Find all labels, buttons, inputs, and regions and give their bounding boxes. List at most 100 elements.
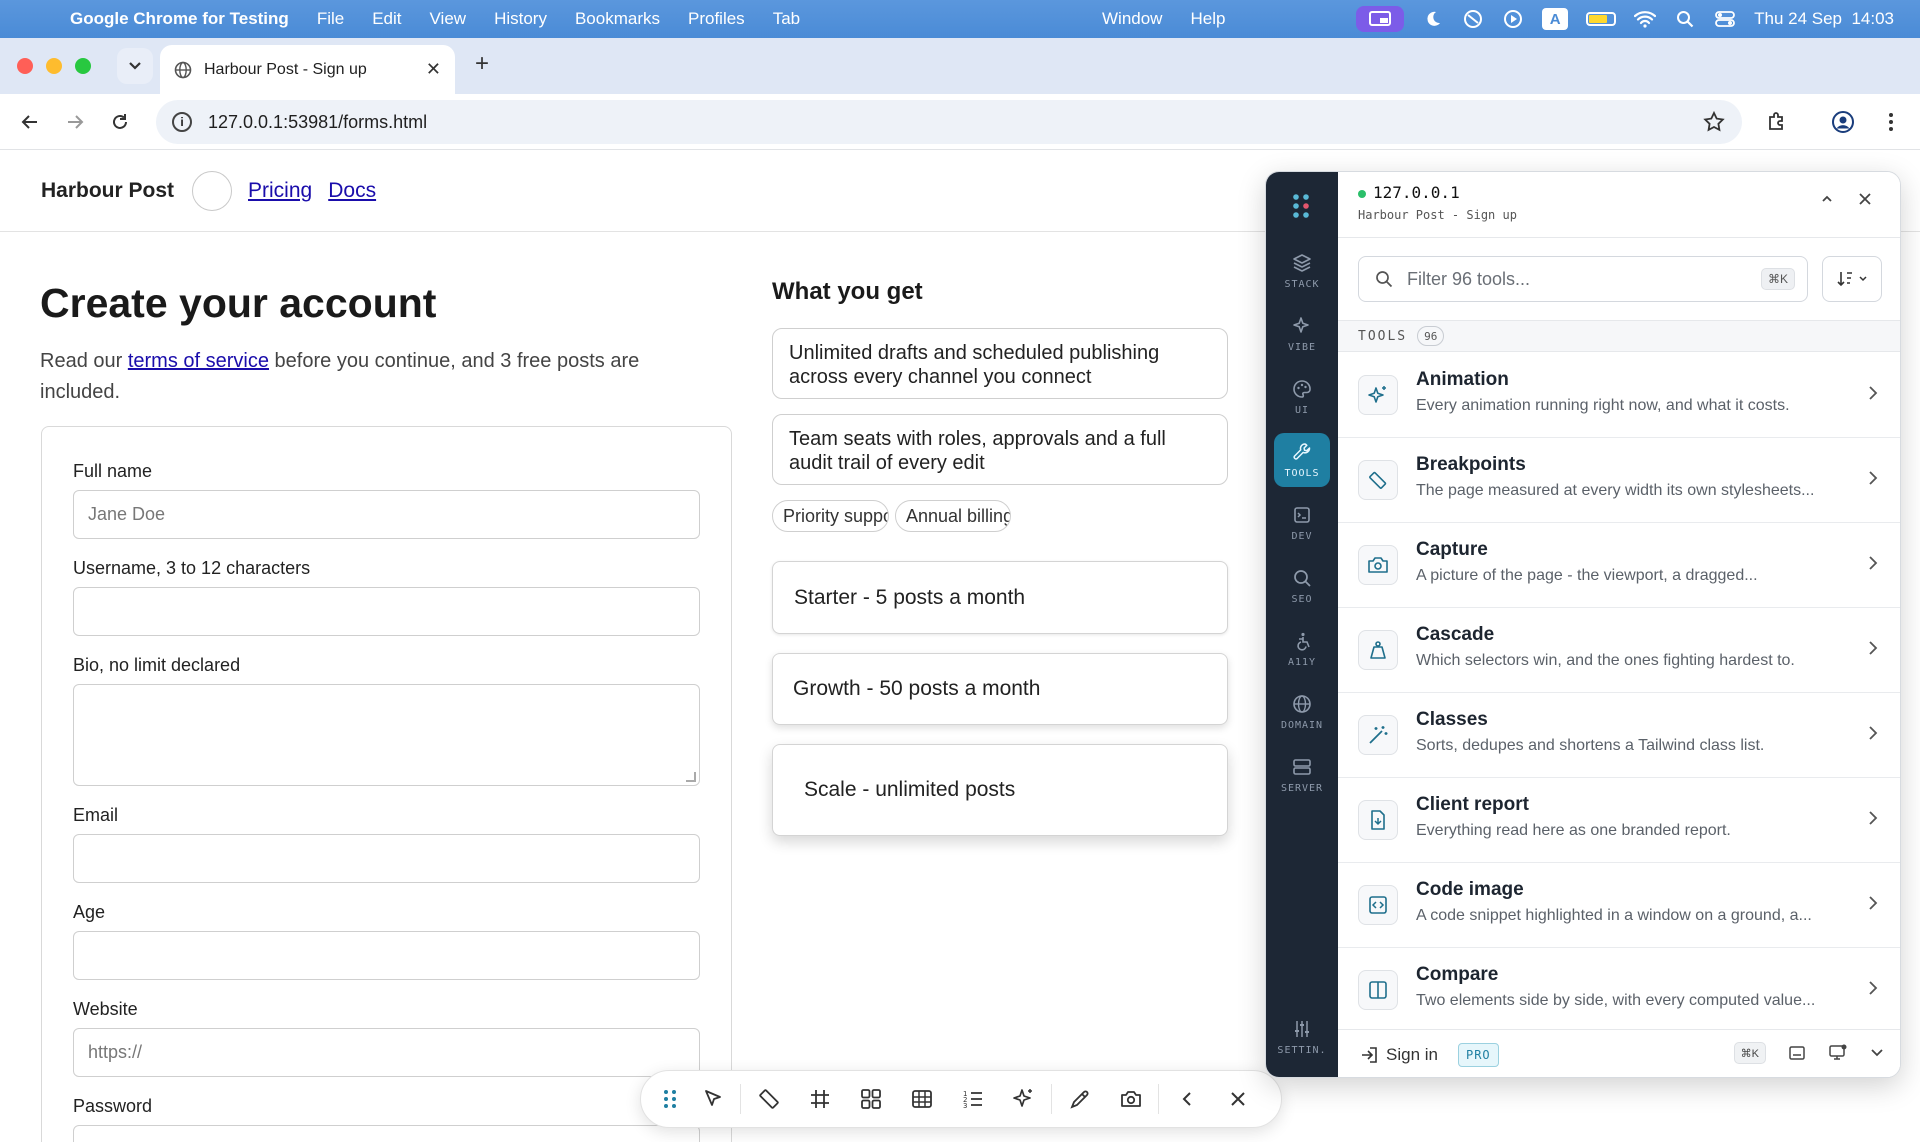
rail-settings-label: SETTIN. (1277, 1044, 1327, 1056)
close-icon[interactable] (1858, 192, 1872, 206)
bookmark-star-icon[interactable] (1702, 110, 1726, 134)
tool-row-capture[interactable]: Capture A picture of the page - the view… (1338, 523, 1900, 608)
tool-row-animation[interactable]: Animation Every animation running right … (1338, 353, 1900, 438)
rail-tools[interactable]: TOOLS (1274, 433, 1330, 487)
profile-button[interactable] (1825, 104, 1861, 140)
forward-button[interactable] (57, 104, 93, 140)
ruler-button[interactable] (743, 1079, 794, 1119)
screenshot-button[interactable] (1105, 1079, 1156, 1119)
terms-of-service-link[interactable]: terms of service (128, 350, 269, 372)
color-picker-button[interactable] (1054, 1079, 1105, 1119)
chevron-down-icon[interactable] (1870, 1048, 1884, 1058)
table-button[interactable] (896, 1079, 947, 1119)
rail-stack[interactable]: STACK (1274, 244, 1330, 298)
menu-profiles[interactable]: Profiles (688, 9, 745, 29)
tool-row-breakpoints[interactable]: Breakpoints The page measured at every w… (1338, 438, 1900, 523)
tool-row-client-report[interactable]: Client report Everything read here as on… (1338, 778, 1900, 863)
window-zoom-button[interactable] (75, 58, 91, 74)
reload-button[interactable] (102, 104, 138, 140)
menu-file[interactable]: File (317, 9, 344, 29)
back-button[interactable] (12, 104, 48, 140)
sort-dropdown-button[interactable] (1822, 256, 1882, 302)
frame-button[interactable] (794, 1079, 845, 1119)
nav-link-docs[interactable]: Docs (328, 179, 376, 203)
menu-view[interactable]: View (430, 9, 467, 29)
browser-tab-active[interactable]: Harbour Post - Sign up ✕ (160, 45, 455, 94)
rail-settings[interactable]: SETTIN. (1274, 1010, 1330, 1064)
chrome-menu-button[interactable] (1873, 104, 1909, 140)
rail-seo[interactable]: SEO (1274, 559, 1330, 613)
rail-domain[interactable]: DOMAIN (1274, 685, 1330, 739)
panel-footer: Sign in PRO ⌘K (1338, 1029, 1900, 1077)
ai-sparkle-button[interactable] (998, 1079, 1049, 1119)
wifi-icon[interactable] (1634, 8, 1657, 30)
menu-clock[interactable]: Thu 24 Sep 14:03 (1754, 9, 1894, 29)
image-icon[interactable] (1788, 1045, 1806, 1061)
address-bar[interactable]: i 127.0.0.1:53981/forms.html (156, 100, 1742, 144)
battery-icon[interactable] (1586, 12, 1617, 26)
sign-in-button[interactable]: Sign in (1386, 1045, 1438, 1065)
new-tab-button[interactable]: + (468, 50, 496, 78)
screen-share-icon[interactable] (1356, 6, 1405, 32)
age-label: Age (73, 902, 106, 922)
ordered-list-button[interactable]: 123 (947, 1079, 998, 1119)
panel-page-title: Harbour Post - Sign up (1358, 208, 1517, 222)
pro-badge[interactable]: PRO (1457, 1042, 1499, 1067)
plan-option-growth[interactable]: Growth - 50 posts a month (772, 653, 1228, 725)
password-input[interactable] (73, 1125, 700, 1142)
age-input[interactable] (73, 931, 700, 980)
tab-search-dropdown-button[interactable] (117, 48, 153, 84)
plan-option-scale[interactable]: Scale - unlimited posts (772, 744, 1228, 836)
tool-row-code-image[interactable]: Code image A code snippet highlighted in… (1338, 863, 1900, 948)
menu-help[interactable]: Help (1190, 9, 1225, 29)
email-input[interactable] (73, 834, 700, 883)
input-source-icon[interactable]: A (1542, 8, 1569, 30)
menu-window[interactable]: Window (1102, 9, 1162, 29)
bio-textarea[interactable] (73, 684, 700, 786)
menu-bookmarks[interactable]: Bookmarks (575, 9, 660, 29)
site-brand[interactable]: Harbour Post (41, 179, 174, 203)
site-info-icon[interactable]: i (172, 112, 192, 132)
username-input[interactable] (73, 587, 700, 636)
tool-filter-input[interactable]: Filter 96 tools... ⌘K (1358, 256, 1808, 302)
rail-vibe[interactable]: VIBE (1274, 307, 1330, 361)
website-input[interactable]: https:// (73, 1028, 700, 1077)
rail-server[interactable]: SERVER (1274, 748, 1330, 802)
select-pointer-button[interactable] (687, 1079, 738, 1119)
plan-option-starter[interactable]: Starter - 5 posts a month (772, 561, 1228, 634)
tab-close-icon[interactable]: ✕ (426, 59, 441, 80)
report-icon (1358, 800, 1398, 840)
monitor-icon[interactable] (1828, 1044, 1848, 1062)
chevron-up-icon[interactable] (1820, 194, 1834, 204)
collapse-toolbar-button[interactable] (1161, 1079, 1212, 1119)
rail-dev[interactable]: DEV (1274, 496, 1330, 550)
close-toolbar-button[interactable] (1212, 1079, 1263, 1119)
control-center-icon[interactable] (1714, 8, 1736, 30)
window-minimize-button[interactable] (46, 58, 62, 74)
tool-row-classes[interactable]: Classes Sorts, dedupes and shortens a Ta… (1338, 693, 1900, 778)
resize-handle-icon[interactable] (686, 772, 696, 782)
window-close-button[interactable] (17, 58, 33, 74)
rail-a11y[interactable]: A11Y (1274, 622, 1330, 676)
rail-ui[interactable]: UI (1274, 370, 1330, 424)
menu-app-name[interactable]: Google Chrome for Testing (70, 9, 289, 29)
moon-icon[interactable] (1422, 8, 1444, 30)
tool-row-compare[interactable]: Compare Two elements side by side, with … (1338, 948, 1900, 1033)
chevron-right-icon (1869, 981, 1878, 995)
full-name-input[interactable]: Jane Doe (73, 490, 700, 539)
drag-handle-icon[interactable] (653, 1079, 687, 1119)
extensions-button[interactable] (1759, 104, 1795, 140)
rail-a11y-label: A11Y (1287, 656, 1317, 668)
menu-history[interactable]: History (494, 9, 547, 29)
tool-row-cascade[interactable]: Cascade Which selectors win, and the one… (1338, 608, 1900, 693)
do-not-disturb-icon[interactable] (1462, 8, 1484, 30)
command-palette-shortcut[interactable]: ⌘K (1733, 1042, 1766, 1064)
nav-link-pricing[interactable]: Pricing (248, 179, 312, 203)
play-circle-icon[interactable] (1502, 8, 1524, 30)
signup-form: Full name Jane Doe Username, 3 to 12 cha… (41, 426, 732, 1142)
spotlight-search-icon[interactable] (1674, 8, 1696, 30)
chevron-right-icon (1869, 811, 1878, 825)
menu-edit[interactable]: Edit (372, 9, 401, 29)
grid-button[interactable] (845, 1079, 896, 1119)
menu-tab[interactable]: Tab (773, 9, 800, 29)
